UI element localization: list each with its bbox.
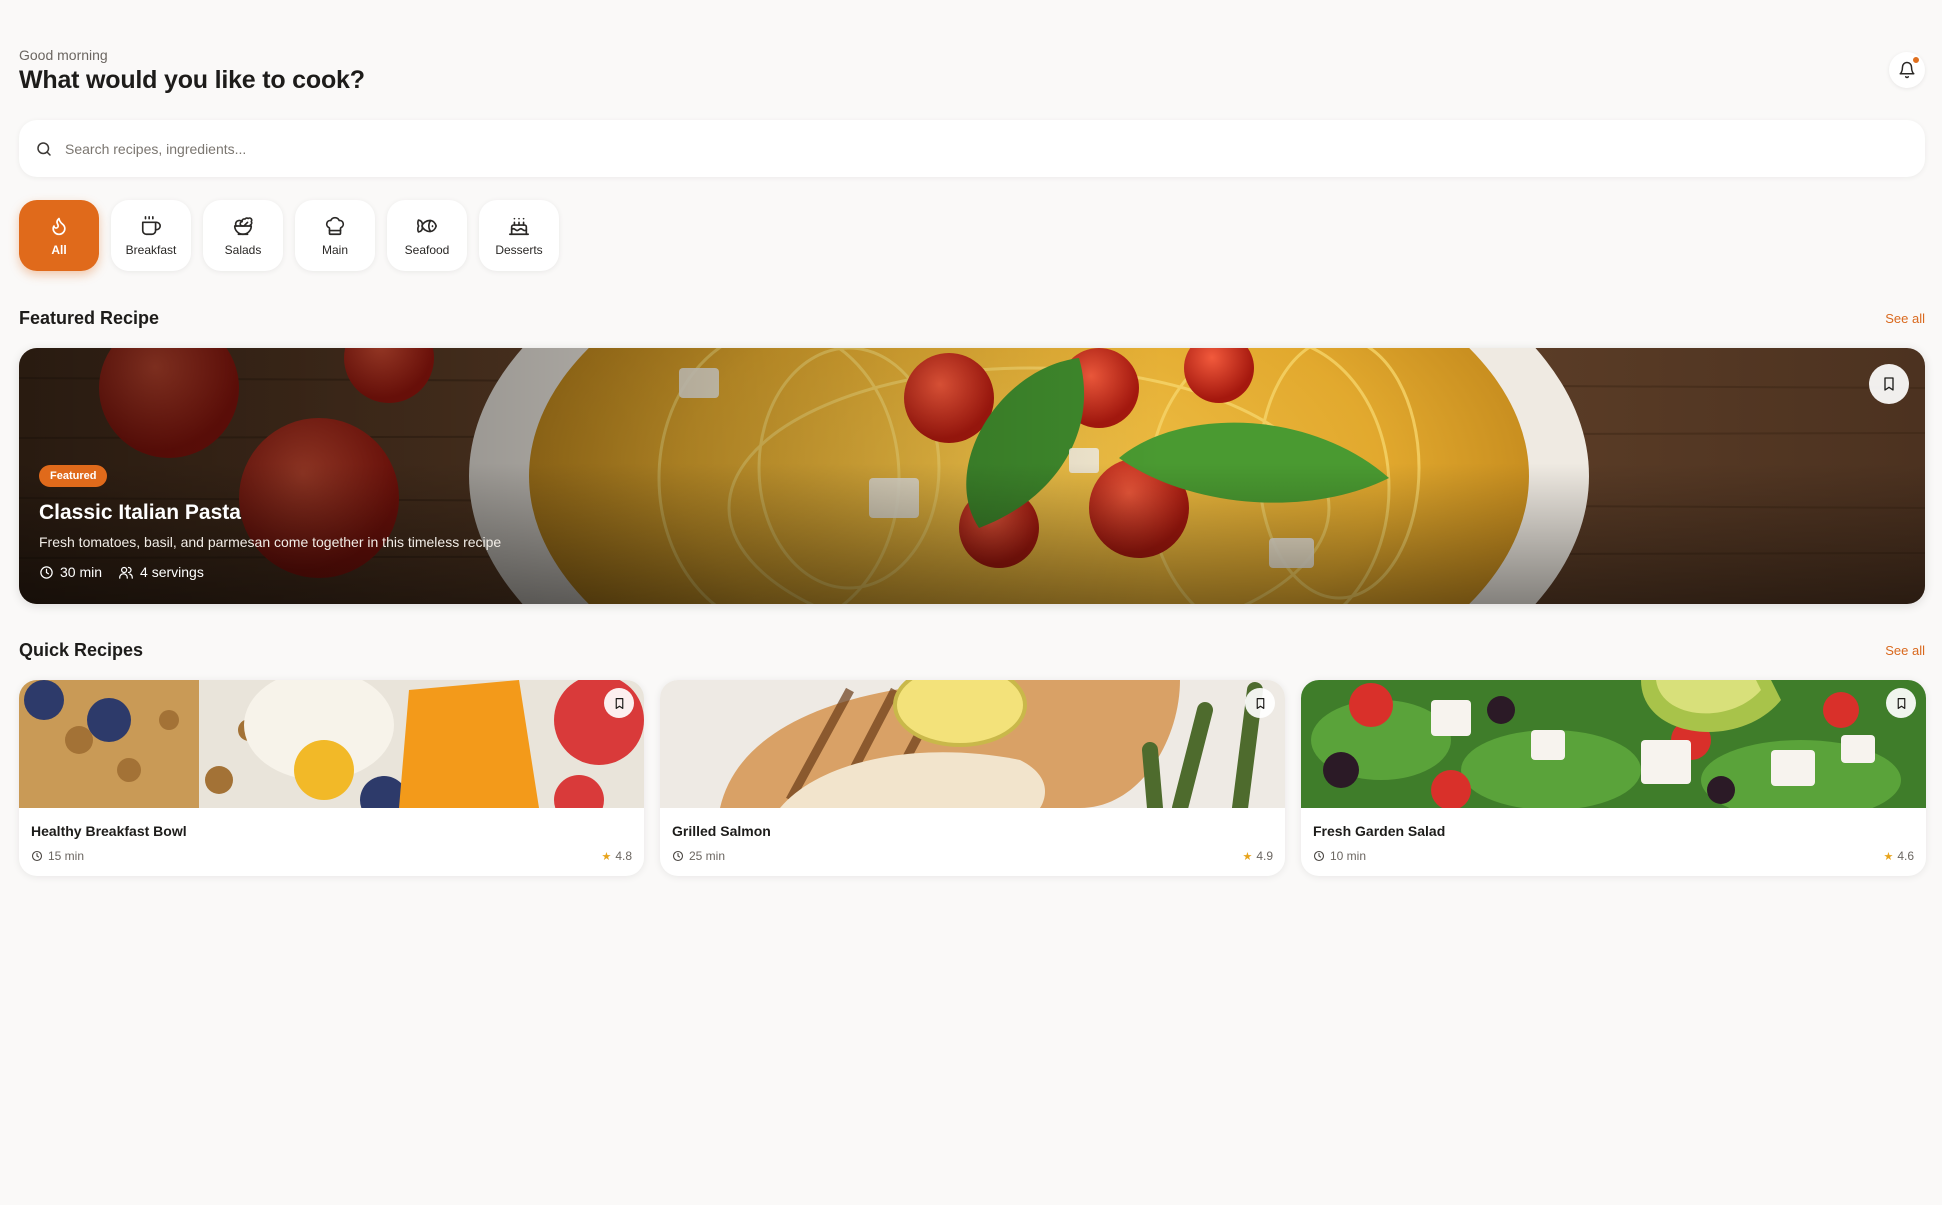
- featured-overlay: [19, 348, 1925, 604]
- recipe-rating: ★ 4.6: [1883, 849, 1914, 863]
- featured-badge: Featured: [39, 465, 108, 487]
- salad-icon: [233, 216, 253, 235]
- category-seafood[interactable]: Seafood: [387, 200, 467, 271]
- quick-recipes-list: Healthy Breakfast Bowl 15 min ★ 4.8 Gril…: [19, 680, 1926, 876]
- featured-servings-text: 4 servings: [140, 564, 204, 580]
- recipe-image: [19, 680, 644, 808]
- recipe-title: Healthy Breakfast Bowl: [31, 823, 187, 839]
- category-breakfast[interactable]: Breakfast: [111, 200, 191, 271]
- search-bar[interactable]: [19, 120, 1925, 177]
- category-all[interactable]: All: [19, 200, 99, 271]
- flame-icon: [52, 217, 66, 235]
- bookmark-icon: [1884, 377, 1894, 391]
- category-label: Seafood: [404, 242, 450, 257]
- recipe-time: 10 min: [1313, 849, 1366, 863]
- featured-time: 30 min: [39, 564, 102, 580]
- featured-recipe-card[interactable]: Featured Classic Italian Pasta Fresh tom…: [19, 348, 1925, 604]
- featured-time-text: 30 min: [60, 564, 103, 580]
- category-list: All Breakfast Salads Main Seafood Desser…: [19, 200, 559, 271]
- recipe-card[interactable]: Fresh Garden Salad 10 min ★ 4.6: [1301, 680, 1926, 876]
- notifications-button[interactable]: [1889, 52, 1925, 88]
- bookmark-icon: [1256, 697, 1264, 709]
- featured-recipe-description: Fresh tomatoes, basil, and parmesan come…: [39, 534, 502, 550]
- fish-icon: [417, 218, 437, 233]
- featured-bookmark-button[interactable]: [1869, 364, 1909, 404]
- recipe-card[interactable]: Healthy Breakfast Bowl 15 min ★ 4.8: [19, 680, 644, 876]
- quick-see-all-link[interactable]: See all: [1885, 643, 1925, 658]
- recipe-time-text: 10 min: [1330, 849, 1367, 863]
- clock-icon: [1313, 850, 1325, 862]
- featured-servings: 4 servings: [118, 564, 204, 580]
- recipe-image: [1301, 680, 1926, 808]
- recipe-rating-text: 4.6: [1897, 849, 1914, 863]
- bell-icon: [1899, 61, 1915, 79]
- clock-icon: [672, 850, 684, 862]
- category-label: All: [51, 242, 67, 257]
- featured-section-title: Featured Recipe: [19, 308, 160, 328]
- recipe-rating: ★ 4.8: [601, 849, 632, 863]
- star-icon: ★: [1242, 850, 1253, 863]
- featured-see-all-link[interactable]: See all: [1885, 311, 1925, 326]
- search-input[interactable]: [65, 140, 1865, 157]
- star-icon: ★: [601, 850, 612, 863]
- recipe-rating: ★ 4.9: [1242, 849, 1273, 863]
- quick-section-title: Quick Recipes: [19, 640, 144, 660]
- recipe-rating-text: 4.8: [615, 849, 632, 863]
- recipe-bookmark-button[interactable]: [604, 688, 634, 718]
- recipe-bookmark-button[interactable]: [1245, 688, 1275, 718]
- clock-icon: [31, 850, 43, 862]
- users-icon: [119, 566, 133, 579]
- category-desserts[interactable]: Desserts: [479, 200, 559, 271]
- clock-icon: [40, 565, 53, 579]
- chef-hat-icon: [325, 216, 345, 235]
- coffee-icon: [141, 215, 161, 235]
- recipe-rating-text: 4.9: [1256, 849, 1273, 863]
- recipe-card[interactable]: Grilled Salmon 25 min ★ 4.9: [660, 680, 1285, 876]
- recipe-image: [660, 680, 1285, 808]
- category-salads[interactable]: Salads: [203, 200, 283, 271]
- category-label: Main: [321, 242, 348, 257]
- featured-recipe-title: Classic Italian Pasta: [39, 501, 241, 524]
- recipe-time-text: 25 min: [689, 849, 726, 863]
- recipe-time: 25 min: [672, 849, 725, 863]
- notification-dot: [1912, 56, 1920, 64]
- recipe-title: Grilled Salmon: [672, 823, 771, 839]
- featured-recipe-meta: 30 min 4 servings: [39, 564, 204, 580]
- category-label: Desserts: [495, 242, 543, 257]
- cake-icon: [509, 217, 529, 235]
- star-icon: ★: [1883, 850, 1894, 863]
- search-icon: [37, 141, 51, 156]
- recipe-title: Fresh Garden Salad: [1313, 823, 1446, 839]
- category-label: Breakfast: [125, 242, 177, 257]
- category-label: Salads: [224, 242, 262, 257]
- greeting-text: Good morning: [19, 47, 108, 63]
- recipe-time: 15 min: [31, 849, 84, 863]
- bookmark-icon: [615, 697, 623, 709]
- recipe-bookmark-button[interactable]: [1886, 688, 1916, 718]
- page-title: What would you like to cook?: [19, 66, 365, 94]
- bookmark-icon: [1897, 697, 1905, 709]
- recipe-time-text: 15 min: [48, 849, 85, 863]
- category-main[interactable]: Main: [295, 200, 375, 271]
